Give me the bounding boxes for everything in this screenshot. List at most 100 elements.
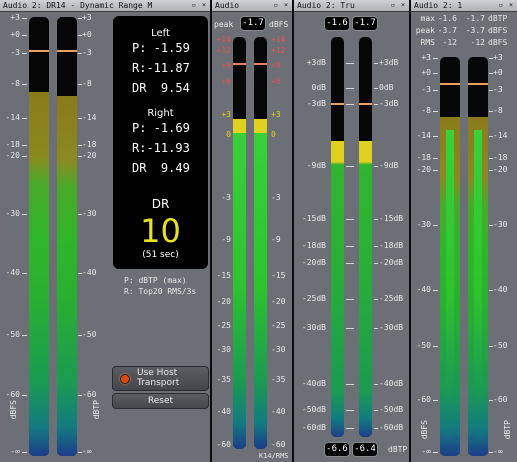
rms-meter-right-peak — [468, 82, 488, 85]
tp-scale-left-label: -60dB — [301, 423, 326, 432]
dr14-scale-right-label: +0 — [82, 30, 92, 39]
max-right-value: -1.7 — [465, 14, 485, 23]
rms-meter-right — [468, 57, 488, 456]
close-icon[interactable]: × — [507, 2, 515, 9]
k14-scale-right-label: -40 — [271, 407, 286, 416]
dr14-scale-right-label: -30 — [82, 209, 97, 218]
tp-scale-left-tick — [346, 219, 354, 220]
k14-meter-left-peak — [233, 63, 246, 65]
rms-scale-right-label: -50 — [493, 341, 508, 350]
rms-scale-right-tick — [489, 225, 493, 226]
tp-scale-right-tick — [374, 299, 378, 300]
tp-scale-right-label: -30dB — [379, 323, 404, 332]
dr14-scale-right-tick — [78, 84, 82, 85]
truepeak-titlebar[interactable]: Audio 2: Tru ▫ × — [294, 0, 409, 12]
rms-scale-left-tick — [433, 290, 438, 291]
minimize-icon[interactable]: ▫ — [497, 2, 505, 9]
rms-scale-right-label: -14 — [493, 131, 508, 140]
dr14-scale-right-tick — [78, 214, 82, 215]
tp-scale-left-tick — [346, 263, 354, 264]
right-rms-value: R:-11.93 — [132, 141, 190, 155]
left-dr-value: DR 9.54 — [132, 81, 190, 95]
tp-scale-left-label: 0dB — [311, 83, 326, 92]
transport-led-icon — [120, 374, 130, 384]
dr14-scale-right-tick — [78, 156, 82, 157]
use-host-transport-button[interactable]: Use Host Transport — [112, 366, 209, 391]
dr14-scale-right-label: -40 — [82, 268, 97, 277]
close-icon[interactable]: × — [399, 2, 407, 9]
window-title: Audio 2: 1 — [414, 1, 463, 10]
max-unit: dBTP — [488, 14, 508, 23]
rms-scale-left-tick — [433, 136, 438, 137]
close-icon[interactable]: × — [200, 2, 208, 9]
reset-button[interactable]: Reset — [112, 393, 209, 409]
dr14-scale-left-label: -20 — [5, 151, 20, 160]
dr14-scale-left-tick — [22, 145, 27, 146]
dr14-unit-left: dBFS — [9, 400, 18, 420]
dr14-titlebar[interactable]: Audio 2: DR14 - Dynamic Range M ▫ × — [0, 0, 210, 12]
dr14-meter-left-peak — [29, 50, 49, 53]
tp-scale-right-tick — [374, 104, 378, 105]
k14-meter-left-over — [233, 119, 246, 134]
rms-scale-left-label: -18 — [416, 153, 431, 162]
rms-scale-right-tick — [489, 90, 493, 91]
tp-scale-right-label: -40dB — [379, 379, 404, 388]
k14-scale-right-label: +12 — [271, 46, 286, 55]
k14-scale-label: 0 — [226, 130, 231, 139]
rms-scale-right-label: -30 — [493, 220, 508, 229]
window-title: Audio 2: DR14 - Dynamic Range M — [3, 1, 153, 10]
rms-scale-right-tick — [489, 452, 493, 453]
tp-meter-left-peak — [331, 103, 344, 105]
dr14-scale-right-label: -60 — [82, 390, 97, 399]
legend-rms: R: Top20 RMS/3s — [124, 287, 197, 296]
tp-top-right-value: -1.7 — [354, 18, 376, 28]
k14-scale-label: +3 — [221, 110, 231, 119]
tp-scale-right-label: -60dB — [379, 423, 404, 432]
k14-peak-label: peak — [214, 20, 234, 29]
rms-meter-right-rms — [474, 130, 482, 456]
dr14-scale-left-tick — [22, 273, 27, 274]
rms-scale-left-tick — [433, 225, 438, 226]
tp-bottom-left-box: -6.6 — [324, 442, 350, 457]
minimize-icon[interactable]: ▫ — [389, 2, 397, 9]
window-title: Audio — [215, 1, 240, 10]
rms-scale-left-label: +0 — [421, 68, 431, 77]
dr14-meter-right — [57, 17, 77, 456]
dr14-scale-left-label: +3 — [10, 13, 20, 22]
rms-scale-right-label: +3 — [493, 53, 503, 62]
tp-scale-left-tick — [346, 428, 354, 429]
rms-scale-left-label: -∞ — [421, 447, 431, 456]
minimize-icon[interactable]: ▫ — [272, 2, 280, 9]
dr14-scale-left-tick — [22, 395, 27, 396]
tp-scale-left-label: -25dB — [301, 294, 326, 303]
max-left-value: -1.6 — [437, 14, 457, 23]
dr14-scale-left-tick — [22, 35, 27, 36]
dr14-scale-left-label: -40 — [5, 268, 20, 277]
tp-scale-left-label: -50dB — [301, 405, 326, 414]
rms-scale-right-tick — [489, 111, 493, 112]
peak-label: peak — [415, 26, 435, 35]
dr14-scale-right-label: -50 — [82, 330, 97, 339]
tp-scale-left-tick — [346, 410, 354, 411]
k14-peak-value: -1.7 — [242, 18, 264, 28]
k14-scale-right-label: -9 — [271, 235, 281, 244]
minimize-icon[interactable]: ▫ — [190, 2, 198, 9]
tp-meter-left-level — [331, 141, 344, 437]
dr14-scale-left-label: +0 — [10, 30, 20, 39]
k14-scale-label: +6 — [221, 77, 231, 86]
dr14-scale-right-tick — [78, 53, 82, 54]
k14-meter-left-level — [233, 119, 246, 449]
dr14-scale-right-label: -20 — [82, 151, 97, 160]
tp-scale-right-label: -3dB — [379, 99, 399, 108]
tp-scale-right-label: 0dB — [379, 83, 394, 92]
left-heading: Left — [151, 28, 170, 39]
max-label: max — [420, 14, 435, 23]
rms-scale-right-label: -40 — [493, 285, 508, 294]
tp-scale-left-label: -9dB — [306, 161, 326, 170]
close-icon[interactable]: × — [282, 2, 290, 9]
k14-scale-label: -60 — [216, 440, 231, 449]
k14-titlebar[interactable]: Audio ▫ × — [212, 0, 292, 12]
k14-scale-label: -40 — [216, 407, 231, 416]
rms-label: RMS — [420, 38, 435, 47]
rms-titlebar[interactable]: Audio 2: 1 ▫ × — [411, 0, 517, 12]
